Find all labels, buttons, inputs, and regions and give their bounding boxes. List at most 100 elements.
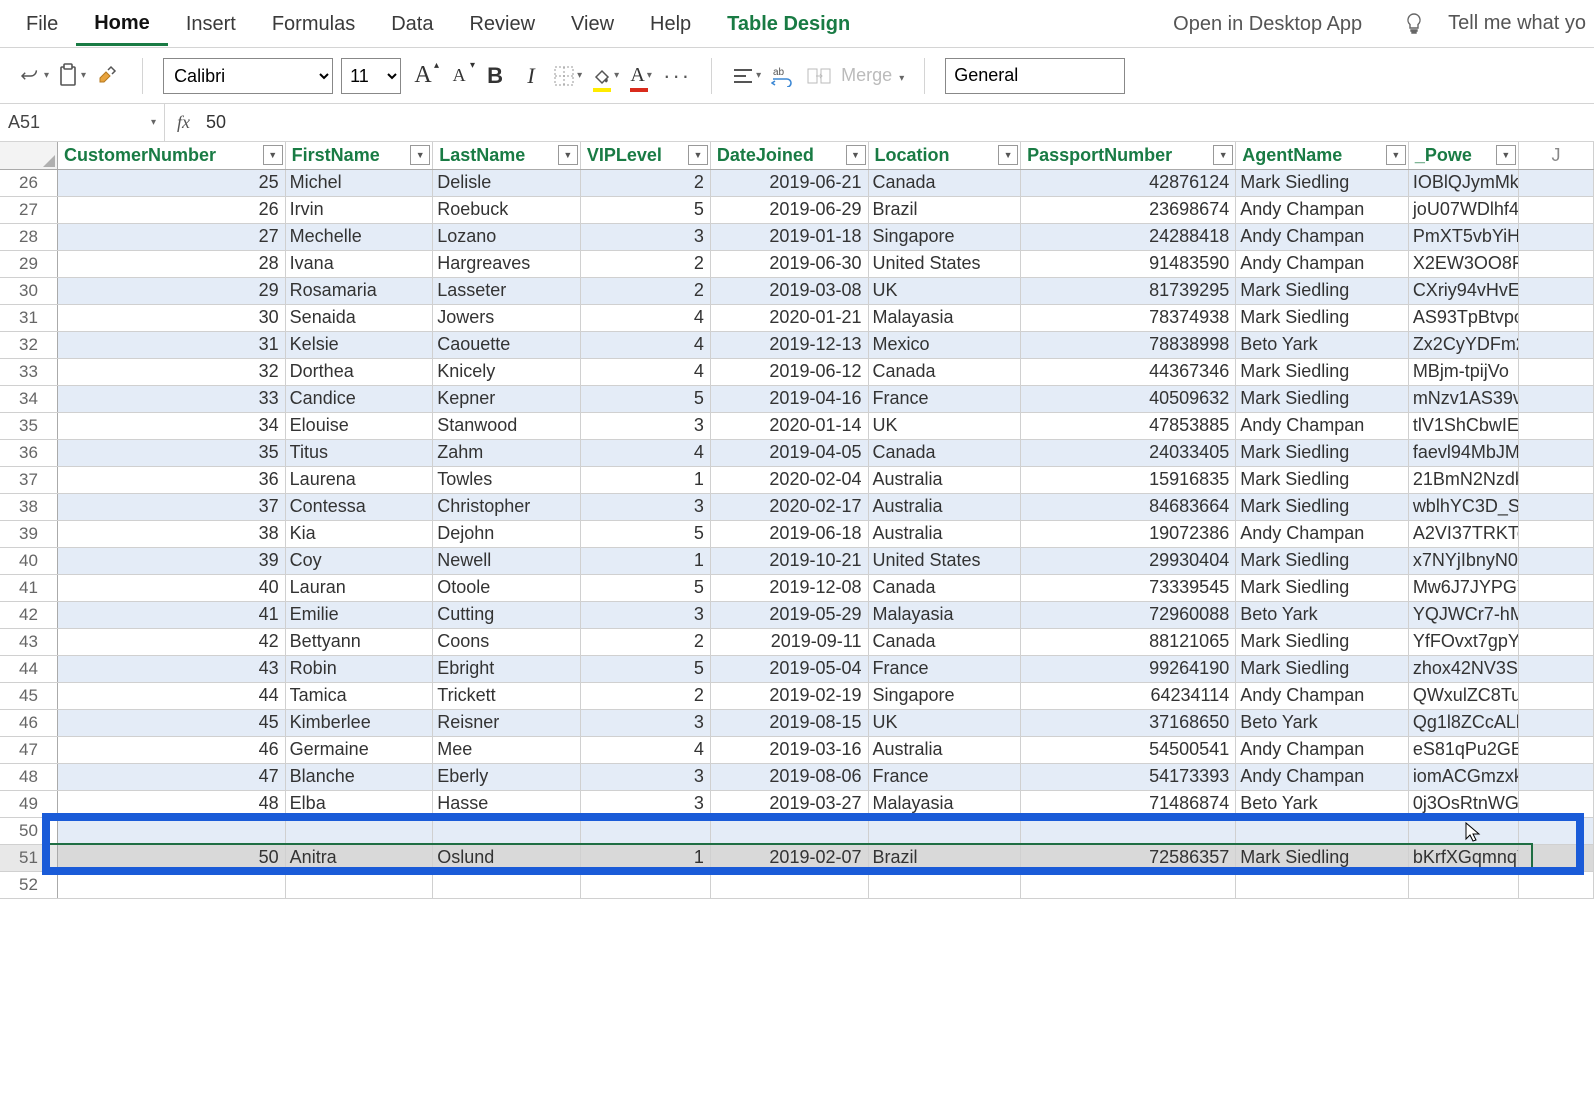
- cell[interactable]: 2019-04-16: [710, 385, 868, 412]
- cell[interactable]: 29: [58, 277, 286, 304]
- cell[interactable]: 23698674: [1021, 196, 1236, 223]
- cell[interactable]: 1: [580, 466, 710, 493]
- cell[interactable]: 2019-03-27: [710, 790, 868, 817]
- cell[interactable]: Australia: [868, 493, 1021, 520]
- row-header[interactable]: 34: [0, 385, 58, 412]
- cell[interactable]: Candice: [285, 385, 433, 412]
- cell[interactable]: 73339545: [1021, 574, 1236, 601]
- cell[interactable]: 54173393: [1021, 763, 1236, 790]
- row-header[interactable]: 27: [0, 196, 58, 223]
- cell[interactable]: Ivana: [285, 250, 433, 277]
- tab-home[interactable]: Home: [76, 2, 168, 46]
- cell[interactable]: 24288418: [1021, 223, 1236, 250]
- cell[interactable]: 2020-01-14: [710, 412, 868, 439]
- cell[interactable]: Anitra: [285, 844, 433, 871]
- filter-button[interactable]: ▼: [1386, 145, 1406, 165]
- cell[interactable]: Kelsie: [285, 331, 433, 358]
- cell[interactable]: Germaine: [285, 736, 433, 763]
- cell[interactable]: 88121065: [1021, 628, 1236, 655]
- cell[interactable]: 78374938: [1021, 304, 1236, 331]
- cell[interactable]: Andy Champan: [1236, 223, 1409, 250]
- row-header[interactable]: 37: [0, 466, 58, 493]
- cell[interactable]: 5: [580, 196, 710, 223]
- cell[interactable]: 78838998: [1021, 331, 1236, 358]
- cell[interactable]: [1518, 547, 1593, 574]
- cell[interactable]: Trickett: [433, 682, 581, 709]
- cell[interactable]: [1518, 304, 1593, 331]
- cell[interactable]: 42876124: [1021, 169, 1236, 196]
- row-header[interactable]: 31: [0, 304, 58, 331]
- cell[interactable]: QWxulZC8TuU: [1408, 682, 1518, 709]
- cell[interactable]: [1518, 628, 1593, 655]
- row-header[interactable]: 52: [0, 871, 58, 898]
- cell[interactable]: [1518, 817, 1593, 844]
- row-header[interactable]: 28: [0, 223, 58, 250]
- font-color-button[interactable]: A ▾: [627, 58, 655, 94]
- cell[interactable]: 2019-10-21: [710, 547, 868, 574]
- cell[interactable]: 1: [580, 547, 710, 574]
- cell[interactable]: Dorthea: [285, 358, 433, 385]
- row-header[interactable]: 47: [0, 736, 58, 763]
- column-header-j[interactable]: J: [1518, 142, 1593, 169]
- cell[interactable]: Andy Champan: [1236, 412, 1409, 439]
- cell[interactable]: Hasse: [433, 790, 581, 817]
- cell[interactable]: Canada: [868, 169, 1021, 196]
- column-header-pow[interactable]: _Powe▼: [1408, 142, 1518, 169]
- cell[interactable]: Jowers: [433, 304, 581, 331]
- cell[interactable]: Australia: [868, 520, 1021, 547]
- cell[interactable]: [1518, 277, 1593, 304]
- cell[interactable]: Senaida: [285, 304, 433, 331]
- cell[interactable]: Mexico: [868, 331, 1021, 358]
- cell[interactable]: United States: [868, 250, 1021, 277]
- column-header-date[interactable]: DateJoined▼: [710, 142, 868, 169]
- cell[interactable]: 3: [580, 601, 710, 628]
- cell[interactable]: Australia: [868, 466, 1021, 493]
- row-header[interactable]: 40: [0, 547, 58, 574]
- cell[interactable]: 34: [58, 412, 286, 439]
- row-header[interactable]: 39: [0, 520, 58, 547]
- cell[interactable]: [1518, 196, 1593, 223]
- cell[interactable]: iomACGmzxk0: [1408, 763, 1518, 790]
- cell[interactable]: France: [868, 763, 1021, 790]
- cell[interactable]: tlV1ShCbwIE: [1408, 412, 1518, 439]
- cell[interactable]: Mark Siedling: [1236, 169, 1409, 196]
- tab-help[interactable]: Help: [632, 3, 709, 44]
- cell[interactable]: faevl94MbJM: [1408, 439, 1518, 466]
- cell[interactable]: [1021, 817, 1236, 844]
- cell[interactable]: 32: [58, 358, 286, 385]
- cell[interactable]: [1518, 520, 1593, 547]
- cell[interactable]: Bettyann: [285, 628, 433, 655]
- cell[interactable]: Australia: [868, 736, 1021, 763]
- cell[interactable]: 44: [58, 682, 286, 709]
- tab-view[interactable]: View: [553, 3, 632, 44]
- cell[interactable]: [433, 817, 581, 844]
- cell[interactable]: 2019-12-08: [710, 574, 868, 601]
- cell[interactable]: 91483590: [1021, 250, 1236, 277]
- cell[interactable]: [1518, 223, 1593, 250]
- column-header-cust[interactable]: CustomerNumber▼: [58, 142, 286, 169]
- cell[interactable]: 72586357: [1021, 844, 1236, 871]
- cell[interactable]: YfFOvxt7gpY: [1408, 628, 1518, 655]
- cell[interactable]: [1518, 763, 1593, 790]
- row-header[interactable]: 44: [0, 655, 58, 682]
- cell[interactable]: 48: [58, 790, 286, 817]
- cell[interactable]: Zx2CyYDFm2E: [1408, 331, 1518, 358]
- cell[interactable]: 2019-02-07: [710, 844, 868, 871]
- cell[interactable]: 2019-02-19: [710, 682, 868, 709]
- cell[interactable]: Brazil: [868, 844, 1021, 871]
- cell[interactable]: 99264190: [1021, 655, 1236, 682]
- cell[interactable]: 39: [58, 547, 286, 574]
- cell[interactable]: Andy Champan: [1236, 763, 1409, 790]
- cell[interactable]: Lasseter: [433, 277, 581, 304]
- bold-button[interactable]: B: [481, 58, 509, 94]
- cell[interactable]: 0j3OsRtnWG8: [1408, 790, 1518, 817]
- cell[interactable]: 38: [58, 520, 286, 547]
- cell[interactable]: 3: [580, 493, 710, 520]
- cell[interactable]: 2019-06-30: [710, 250, 868, 277]
- cell[interactable]: [1518, 385, 1593, 412]
- cell[interactable]: [1518, 574, 1593, 601]
- worksheet-grid[interactable]: CustomerNumber▼FirstName▼LastName▼VIPLev…: [0, 142, 1594, 899]
- cell[interactable]: 2020-01-21: [710, 304, 868, 331]
- row-header[interactable]: 35: [0, 412, 58, 439]
- cell[interactable]: 1: [580, 844, 710, 871]
